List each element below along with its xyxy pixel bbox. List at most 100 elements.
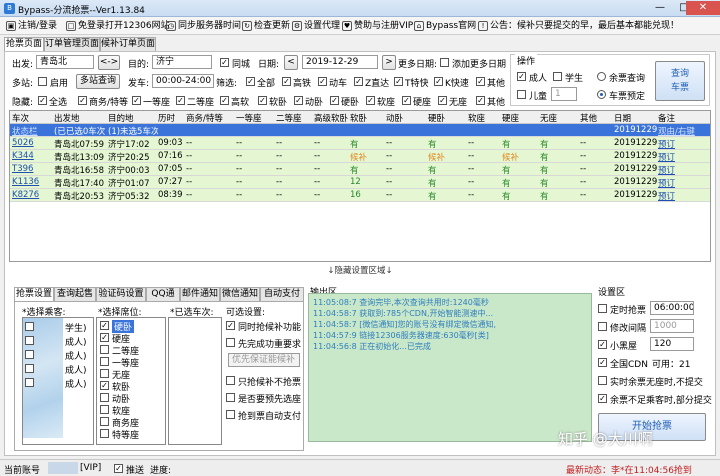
cdn-checkbox[interactable]: ✓ <box>598 358 607 367</box>
tab-email[interactable]: 邮件通知 <box>180 287 220 301</box>
table-row[interactable]: 状态栏 (已已选0车次 (1)未选5车次 20191229 观由/右键 <box>10 124 710 137</box>
column-header[interactable]: 软座 <box>468 112 502 124</box>
seat-checkbox[interactable] <box>100 393 109 402</box>
hide-dongwo-checkbox[interactable]: ✓ <box>294 96 303 105</box>
passenger-list[interactable]: 学生) 成人) 成人) 成人) 成人) <box>22 317 94 445</box>
column-header[interactable]: 无座 <box>540 112 580 124</box>
seat-checkbox[interactable]: ✓ <box>100 333 109 342</box>
student-checkbox[interactable] <box>553 72 562 81</box>
hide-ruanzuo-checkbox[interactable]: ✓ <box>366 96 375 105</box>
passenger-checkbox[interactable] <box>25 378 34 387</box>
menu-notice[interactable]: ! 公告：候补只要提交的早，最后基本都能兑现！ <box>478 19 679 33</box>
interval-input[interactable]: 1000 <box>650 319 694 333</box>
column-header[interactable]: 商务/特等 <box>186 112 236 124</box>
hide-other-checkbox[interactable]: ✓ <box>476 96 485 105</box>
option-autopay-checkbox[interactable] <box>226 410 235 419</box>
depart-time-select[interactable]: 00:00-24:00 <box>152 74 214 88</box>
column-header[interactable]: 日期 <box>614 112 658 124</box>
train-book-radio[interactable] <box>597 90 606 99</box>
tab-qq[interactable]: QQ通知 <box>146 287 180 312</box>
passenger-checkbox[interactable] <box>25 336 34 345</box>
filter-z-checkbox[interactable]: ✓ <box>354 77 363 86</box>
tab-captcha[interactable]: 验证码设置 <box>96 287 146 301</box>
table-cell[interactable]: K344 <box>12 151 54 161</box>
swap-button[interactable]: <-> <box>98 55 120 70</box>
seat-checkbox[interactable]: ✓ <box>100 381 109 390</box>
push-checkbox[interactable]: ✓ <box>114 464 123 473</box>
tab-query-start[interactable]: 查询起售 <box>54 287 96 301</box>
partial-submit-checkbox[interactable]: ✓ <box>598 394 607 403</box>
option-success-checkbox[interactable] <box>226 338 235 347</box>
column-header[interactable]: 二等座 <box>276 112 314 124</box>
seat-checkbox[interactable] <box>100 429 109 438</box>
table-cell[interactable]: T396 <box>12 164 54 174</box>
priority-select[interactable]: 优先保证能候补 <box>228 353 300 367</box>
table-cell[interactable]: 预订 <box>658 164 708 176</box>
seat-checkbox[interactable] <box>100 405 109 414</box>
menu-sponsor[interactable]: ♥ 赞助与注册VIP <box>342 19 413 33</box>
table-cell[interactable]: 5026 <box>12 138 54 148</box>
add-dates-checkbox[interactable] <box>440 58 449 67</box>
seat-checkbox[interactable] <box>100 357 109 366</box>
column-header[interactable]: 高级软卧 <box>314 112 350 124</box>
column-header[interactable]: 其他 <box>580 112 614 124</box>
child-count-input[interactable]: 1 <box>551 87 577 101</box>
hide-wuzuo-checkbox[interactable]: ✓ <box>438 96 447 105</box>
next-date-button[interactable]: > <box>382 55 396 70</box>
close-button[interactable]: ✕ <box>686 1 720 15</box>
hide-yingwo-checkbox[interactable]: ✓ <box>330 96 339 105</box>
query-tickets-button[interactable]: 查询 车票 <box>655 61 705 101</box>
table-row[interactable]: 5026 青岛北07:59 济宁17:02 09:03 -- -- -- -- 有 -- 有 -- 有有… <box>10 137 710 150</box>
tab-booking[interactable]: 抢票页面 <box>4 37 44 51</box>
table-row[interactable]: K8276 青岛北20:53 济宁05:32 08:39 -- -- -- -- 16 -- 有 --… <box>10 189 710 202</box>
hide-second-checkbox[interactable]: ✓ <box>176 96 185 105</box>
table-row[interactable]: K1136 青岛北17:40 济宁01:07 07:27 -- -- -- -- 12 -- 有 --… <box>10 176 710 189</box>
blackroom-input[interactable]: 120 <box>650 337 694 351</box>
timer-checkbox[interactable] <box>598 304 607 313</box>
menu-sync-time[interactable]: ◷ 同步服务器时间 <box>166 19 241 33</box>
column-header[interactable]: 出发地 <box>54 112 108 124</box>
remain-query-radio[interactable] <box>597 72 606 81</box>
column-header[interactable]: 硬卧 <box>428 112 468 124</box>
menu-website[interactable]: ⌂ Bypass官网 <box>414 19 476 33</box>
table-cell[interactable]: 预订 <box>658 151 708 163</box>
to-input[interactable]: 济宁 <box>152 55 212 69</box>
menu-proxy[interactable]: ⚙ 设置代理 <box>292 19 340 33</box>
from-input[interactable]: 青岛北 <box>36 55 94 69</box>
blackroom-checkbox[interactable]: ✓ <box>598 340 607 349</box>
table-cell[interactable]: 预订 <box>658 190 708 202</box>
seat-checkbox[interactable] <box>100 369 109 378</box>
hide-first-checkbox[interactable]: ✓ <box>132 96 141 105</box>
hide-gaoruan-checkbox[interactable]: ✓ <box>220 96 229 105</box>
hide-yingzuo-checkbox[interactable]: ✓ <box>402 96 411 105</box>
hide-ruanwo-checkbox[interactable]: ✓ <box>258 96 267 105</box>
multistation-query-button[interactable]: 多站查询 <box>76 74 120 89</box>
filter-other-checkbox[interactable]: ✓ <box>476 77 485 86</box>
passenger-checkbox[interactable] <box>25 364 34 373</box>
tab-grab-settings[interactable]: 抢票设置 <box>14 287 54 301</box>
tab-autopay[interactable]: 自动支付 <box>260 287 304 301</box>
filter-t-checkbox[interactable]: ✓ <box>394 77 403 86</box>
table-cell[interactable]: K1136 <box>12 177 54 187</box>
selected-trains-list[interactable] <box>168 317 222 445</box>
option-waitlist-only-checkbox[interactable] <box>226 376 235 385</box>
filter-gaotie-checkbox[interactable]: ✓ <box>282 77 291 86</box>
hide-business-checkbox[interactable]: ✓ <box>78 96 87 105</box>
table-row[interactable]: T396 青岛北16:58 济宁00:03 07:05 -- -- -- -- 有 -- 有 -- 有有… <box>10 163 710 176</box>
column-header[interactable]: 历时 <box>158 112 186 124</box>
passenger-checkbox[interactable] <box>25 322 34 331</box>
column-header[interactable]: 车次 <box>12 112 54 124</box>
menu-login[interactable]: ▣ 注销/登录 <box>6 19 57 33</box>
tab-wechat[interactable]: 微信通知 <box>220 287 260 301</box>
hide-all-checkbox[interactable]: ✓ <box>38 96 47 105</box>
enable-multistation-checkbox[interactable] <box>38 77 47 86</box>
timer-input[interactable]: 06:00:00 <box>650 301 694 315</box>
date-input[interactable]: 2019-12-29 <box>302 55 378 69</box>
filter-all-checkbox[interactable]: ✓ <box>246 77 255 86</box>
table-cell[interactable]: 预订 <box>658 138 708 150</box>
menu-open-12306[interactable]: □ 免登录打开12306网站 <box>66 19 170 33</box>
option-waitlist-checkbox[interactable]: ✓ <box>226 321 235 330</box>
filter-dongche-checkbox[interactable]: ✓ <box>318 77 327 86</box>
seat-checkbox[interactable] <box>100 345 109 354</box>
option-preselect-checkbox[interactable] <box>226 393 235 402</box>
